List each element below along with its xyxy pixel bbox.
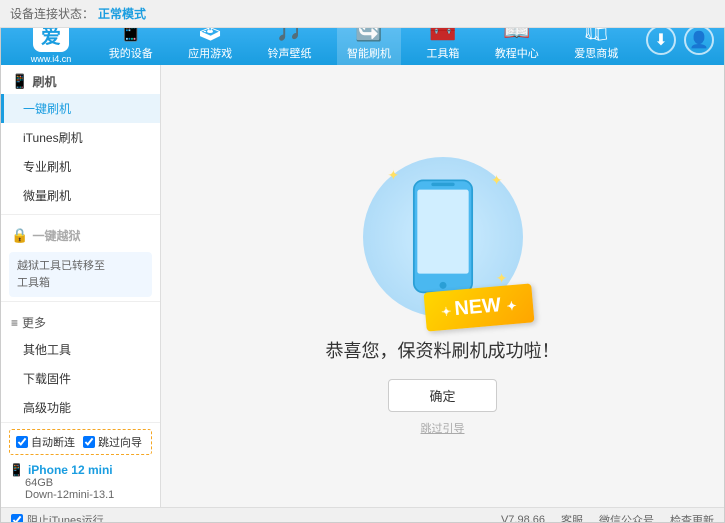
user-button[interactable]: 👤: [684, 25, 714, 55]
status-value: 正常模式: [98, 5, 146, 22]
sidebar-item-pro-flash[interactable]: 专业刷机: [1, 152, 160, 181]
jailbreak-info-text: 越狱工具已转移至工具箱: [17, 260, 105, 289]
customer-service-link[interactable]: 客服: [561, 512, 583, 523]
logo-url: www.i4.cn: [31, 54, 72, 64]
sidebar-item-advanced[interactable]: 高级功能: [1, 393, 160, 422]
sidebar-divider-2: [1, 301, 160, 302]
sidebar-flash-header: 📱 刷机: [1, 65, 160, 94]
sidebar-footer: 自动断连 跳过向导 📱 iPhone 12 mini 64GB: [1, 422, 160, 507]
phone-icon-small: 📱: [9, 463, 24, 477]
sparkle-2: ✦: [491, 172, 503, 189]
more-section-title: 更多: [22, 314, 46, 331]
confirm-button[interactable]: 确定: [388, 379, 496, 412]
phone-bg-circle: ✦ ✦ ✦ NEW: [363, 157, 523, 317]
one-click-flash-label: 一键刷机: [23, 102, 71, 116]
other-tools-label: 其他工具: [23, 343, 71, 357]
auto-close-label: 自动断连: [31, 434, 75, 450]
device-status-bar: 设备连接状态： 正常模式: [0, 0, 725, 28]
auto-close-checkbox[interactable]: [16, 436, 28, 448]
nav-ringtones-label: 铃声壁纸: [268, 45, 312, 61]
sidebar-item-micro-flash[interactable]: 微量刷机: [1, 181, 160, 210]
app-window: ─ □ ✕ 爱 www.i4.cn 📱 我的设备 🕹 应用游戏 🎵 铃声壁纸: [0, 0, 725, 523]
sidebar-item-one-click-flash[interactable]: 一键刷机: [1, 94, 160, 123]
sidebar-item-itunes-flash[interactable]: iTunes刷机: [1, 123, 160, 152]
micro-flash-label: 微量刷机: [23, 189, 71, 203]
flash-section-icon: 📱: [11, 73, 28, 90]
device-storage: 64GB: [9, 477, 152, 489]
device-name: 📱 iPhone 12 mini: [9, 463, 152, 477]
skip-wizard-checkbox[interactable]: [83, 436, 95, 448]
version-label: V7.98.66: [501, 514, 545, 523]
skip-wizard-checkbox-label[interactable]: 跳过向导: [83, 434, 142, 450]
advanced-label: 高级功能: [23, 401, 71, 415]
nav-store-label: 爱思商城: [574, 45, 618, 61]
body-area: 设备连接状态： 正常模式 📱 刷机 一键刷机 iTunes刷机: [1, 65, 724, 523]
device-model: Down-12mini-13.1: [9, 489, 152, 501]
lock-icon: 🔒: [11, 227, 28, 244]
sidebar-jailbreak-header: 🔒 一键越狱: [1, 219, 160, 248]
bottom-bar-left: 阻止iTunes运行: [11, 512, 501, 523]
sidebar-more-header: ≡ 更多: [1, 306, 160, 335]
nav-tutorials-label: 教程中心: [495, 45, 539, 61]
nav-smart-flash-label: 智能刷机: [347, 45, 391, 61]
phone-illustration: ✦ ✦ ✦ NEW: [363, 157, 523, 317]
bottom-bar-right: V7.98.66 客服 微信公众号 检查更新: [501, 512, 714, 523]
nav-my-device-label: 我的设备: [109, 45, 153, 61]
auto-close-checkbox-label[interactable]: 自动断连: [16, 434, 75, 450]
sidebar-footer-content: 自动断连 跳过向导 📱 iPhone 12 mini 64GB: [1, 423, 160, 507]
sidebar-item-download-firmware[interactable]: 下载固件: [1, 364, 160, 393]
flash-section-title: 刷机: [32, 73, 56, 90]
itunes-flash-label: iTunes刷机: [23, 131, 83, 145]
new-badge-text: NEW: [453, 294, 501, 320]
sidebar-item-other-tools[interactable]: 其他工具: [1, 335, 160, 364]
wechat-link[interactable]: 微信公众号: [599, 512, 654, 523]
checkbox-group: 自动断连 跳过向导: [9, 429, 152, 455]
header-right-buttons: ⬇ 👤: [646, 25, 714, 55]
sidebar-divider-1: [1, 214, 160, 215]
bottom-bar: 阻止iTunes运行 V7.98.66 客服 微信公众号 检查更新: [1, 507, 724, 523]
skip-link[interactable]: 跳过引导: [421, 420, 465, 436]
main-content: ✦ ✦ ✦ NEW: [161, 65, 724, 507]
nav-apps-games-label: 应用游戏: [188, 45, 232, 61]
sparkle-3: ✦: [496, 270, 508, 287]
jailbreak-info-box: 越狱工具已转移至工具箱: [9, 252, 152, 297]
sidebar-scroll: 📱 刷机 一键刷机 iTunes刷机 专业刷机 微量刷机: [1, 65, 160, 422]
phone-svg-icon: [408, 178, 478, 295]
suppress-itunes-checkbox[interactable]: [11, 514, 23, 523]
success-message: 恭喜您，保资料刷机成功啦！: [326, 337, 560, 363]
download-button[interactable]: ⬇: [646, 25, 676, 55]
sparkle-1: ✦: [388, 167, 400, 184]
download-firmware-label: 下载固件: [23, 372, 71, 386]
nav-toolbox-label: 工具箱: [426, 45, 459, 61]
sidebar: 📱 刷机 一键刷机 iTunes刷机 专业刷机 微量刷机: [1, 65, 161, 507]
illustration-area: ✦ ✦ ✦ NEW: [326, 157, 560, 436]
middle-row: 📱 刷机 一键刷机 iTunes刷机 专业刷机 微量刷机: [1, 65, 724, 507]
skip-wizard-label: 跳过向导: [98, 434, 142, 450]
check-update-link[interactable]: 检查更新: [670, 512, 714, 523]
jailbreak-title: 一键越狱: [32, 227, 80, 244]
suppress-itunes-label: 阻止iTunes运行: [27, 512, 104, 523]
status-label: 设备连接状态：: [10, 5, 94, 22]
device-name-text: iPhone 12 mini: [28, 463, 113, 477]
pro-flash-label: 专业刷机: [23, 160, 71, 174]
